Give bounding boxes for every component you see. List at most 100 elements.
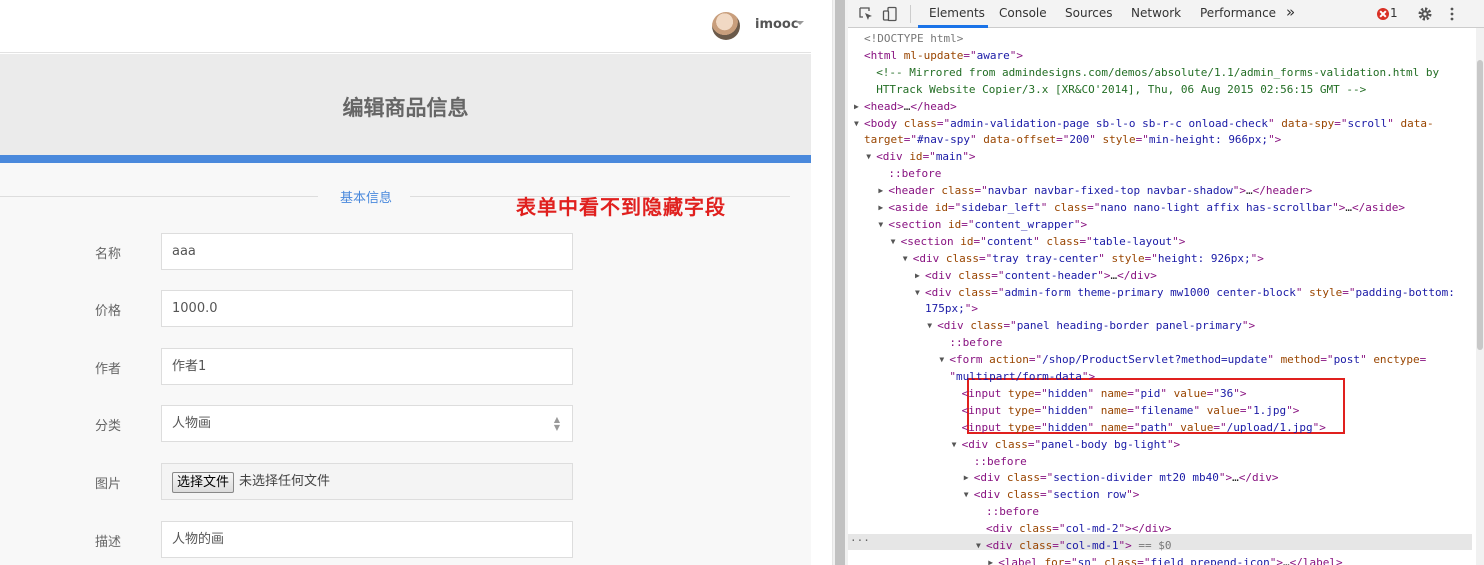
dom-tree-line[interactable]: <html ml-update="aware">	[854, 49, 1023, 62]
tab-network[interactable]: Network	[1131, 6, 1181, 20]
collapse-triangle-icon[interactable]: ▼	[952, 440, 962, 449]
description-input[interactable]: 人物的画	[161, 521, 573, 558]
tab-elements[interactable]: Elements	[929, 6, 985, 20]
dom-tree-line[interactable]: ▶ <aside id="sidebar_left" class="nano na…	[878, 201, 1405, 214]
dom-tree-line-text: ::before	[986, 505, 1039, 519]
dom-tree-line[interactable]: ▶ <head>…</head>	[854, 100, 957, 113]
dom-tree-line-text: <input type="hidden" name="pid" value="3…	[961, 386, 1247, 400]
collapse-triangle-icon[interactable]: ▼	[976, 541, 986, 550]
expand-triangle-icon[interactable]: ▶	[915, 271, 925, 280]
dom-tree-line[interactable]: <input type="hidden" name="pid" value="3…	[952, 387, 1247, 400]
dom-tree-line[interactable]: ▼ <div class="panel heading-border panel-…	[927, 319, 1255, 332]
dom-tree-line[interactable]: ▶ <label for="sn" class="field prepend-ic…	[988, 556, 1342, 565]
tab-sources[interactable]: Sources	[1065, 6, 1112, 20]
devtools-toolbar: Elements Console Sources Network Perform…	[848, 0, 1484, 28]
dom-tree-line[interactable]: ▼ <div class="panel-body bg-light">	[952, 438, 1181, 451]
dom-tree-line-text: <div class="col-md-1"> == $0	[986, 539, 1172, 552]
dom-tree-line[interactable]: ▼ <section id="content_wrapper">	[878, 218, 1087, 231]
inspect-element-icon[interactable]	[858, 6, 874, 22]
tab-console[interactable]: Console	[999, 6, 1047, 20]
category-select[interactable]: 人物画 ▲ ▼	[161, 405, 573, 442]
file-status: 未选择任何文件	[239, 474, 331, 489]
expand-triangle-icon[interactable]: ▶	[964, 473, 974, 482]
dom-tree-line[interactable]: ▼ <body class="admin-validation-page sb-l…	[854, 117, 1434, 130]
dom-tree-line-text: <div class="section-divider mt20 mb40">……	[973, 471, 1279, 485]
dom-tree-line[interactable]: ▶ <div class="content-header">…</div>	[915, 269, 1157, 282]
chevron-down-icon[interactable]	[796, 21, 804, 25]
error-count[interactable]: 1	[1390, 6, 1398, 20]
dom-tree-line[interactable]: ▼ <div class="col-md-1"> == $0	[976, 539, 1171, 552]
dom-tree-line[interactable]: ▼ <div id="main">	[866, 150, 975, 163]
device-toolbar-icon[interactable]	[882, 6, 898, 22]
dom-tree-line-text: <div class="content-header">…</div>	[925, 268, 1157, 282]
field-label-description: 描述	[95, 535, 122, 550]
dom-tree-line[interactable]: ▼ <div class="tray tray-center" style="he…	[903, 252, 1264, 265]
dom-tree-line-text: <section id="content" class="table-layou…	[900, 234, 1186, 248]
dom-tree-line[interactable]: target="#nav-spy" data-offset="200" styl…	[854, 133, 1281, 146]
collapse-triangle-icon[interactable]: ▼	[891, 237, 901, 246]
expand-triangle-icon[interactable]: ▶	[878, 186, 888, 195]
dom-tree-line[interactable]: ::before	[976, 505, 1039, 518]
annotation-text: 表单中看不到隐藏字段	[516, 195, 726, 219]
devtools-scrollbar-thumb[interactable]	[1477, 60, 1483, 350]
collapse-triangle-icon[interactable]: ▼	[854, 119, 864, 128]
collapse-triangle-icon[interactable]: ▼	[915, 288, 925, 297]
collapse-triangle-icon[interactable]: ▼	[878, 220, 888, 229]
dom-tree-line[interactable]: 175px;">	[915, 302, 978, 315]
avatar[interactable]	[712, 12, 740, 40]
dom-tree-line[interactable]: ▼ <div class="admin-form theme-primary mw…	[915, 286, 1455, 299]
dom-tree-line[interactable]: "multipart/form-data">	[939, 370, 1095, 383]
dom-tree-line[interactable]: ▶ <header class="navbar navbar-fixed-top …	[878, 184, 1312, 197]
collapse-triangle-icon[interactable]: ▼	[866, 152, 876, 161]
active-tab-indicator	[918, 25, 988, 28]
collapse-triangle-icon[interactable]: ▼	[927, 321, 937, 330]
settings-gear-icon[interactable]	[1417, 6, 1433, 22]
field-label-image: 图片	[95, 477, 122, 492]
dom-tree-line[interactable]: HTTrack Website Copier/3.x [XR&CO'2014],…	[866, 83, 1366, 96]
dom-tree-line[interactable]: <!DOCTYPE html>	[854, 32, 963, 45]
collapse-triangle-icon[interactable]: ▼	[939, 355, 949, 364]
dom-tree-line[interactable]: <input type="hidden" name="filename" val…	[952, 404, 1300, 417]
author-input[interactable]: 作者1	[161, 348, 573, 385]
node-actions-icon[interactable]: ···	[850, 534, 870, 547]
dom-tree-line[interactable]: ▼ <section id="content" class="table-layo…	[891, 235, 1186, 248]
dom-tree-line[interactable]: <!-- Mirrored from admindesigns.com/demo…	[866, 66, 1439, 79]
section-divider-left	[0, 196, 318, 197]
more-tabs-icon[interactable]: »	[1286, 3, 1295, 21]
dom-tree-line-text: <!DOCTYPE html>	[864, 32, 964, 45]
collapse-triangle-icon[interactable]: ▼	[964, 490, 974, 499]
dom-tree-line[interactable]: ▶ <div class="section-divider mt20 mb40">…	[964, 471, 1279, 484]
choose-file-button[interactable]: 选择文件	[172, 472, 235, 493]
expand-triangle-icon[interactable]: ▶	[988, 558, 998, 565]
more-options-icon[interactable]	[1444, 6, 1460, 22]
dom-tree-line[interactable]: ▼ <div class="section row">	[964, 488, 1140, 501]
expand-triangle-icon[interactable]: ▶	[878, 203, 888, 212]
dom-tree-line[interactable]: ::before	[878, 167, 941, 180]
error-icon[interactable]	[1377, 8, 1389, 20]
dom-tree-line-text: <body class="admin-validation-page sb-l-…	[864, 116, 1434, 130]
dom-tree-line-text: HTTrack Website Copier/3.x [XR&CO'2014],…	[876, 82, 1367, 96]
section-title: 基本信息	[340, 191, 393, 206]
price-input[interactable]: 1000.0	[161, 290, 573, 327]
dom-tree-line-text: 175px;">	[925, 302, 978, 316]
top-navbar: imooc	[0, 0, 811, 53]
collapse-triangle-icon[interactable]: ▼	[903, 254, 913, 263]
dom-tree-line[interactable]: ▼ <form action="/shop/ProductServlet?meth…	[939, 353, 1426, 366]
dom-tree-line[interactable]: <input type="hidden" name="path" value="…	[952, 421, 1326, 434]
category-select-value: 人物画	[172, 416, 212, 431]
username[interactable]: imooc	[755, 17, 799, 32]
dom-tree-line-text: <aside id="sidebar_left" class="nano nan…	[888, 201, 1406, 214]
page-title: 编辑商品信息	[342, 96, 469, 120]
toolbar-separator	[910, 5, 911, 23]
page-scrollbar-thumb[interactable]	[835, 0, 845, 565]
tab-performance[interactable]: Performance	[1200, 6, 1276, 20]
dom-tree-line[interactable]: <div class="col-md-2"></div>	[976, 522, 1171, 535]
dom-tree-line[interactable]: ::before	[939, 336, 1002, 349]
devtools-panel: Elements Console Sources Network Perform…	[848, 0, 1484, 565]
dom-tree-line[interactable]: ::before	[964, 455, 1027, 468]
dom-tree-line-text: <div class="tray tray-center" style="hei…	[912, 251, 1264, 265]
expand-triangle-icon[interactable]: ▶	[854, 102, 864, 111]
name-input[interactable]: aaa	[161, 233, 573, 270]
content-header: 编辑商品信息	[0, 54, 811, 155]
dom-tree-line-text: <header class="navbar navbar-fixed-top n…	[888, 184, 1313, 198]
